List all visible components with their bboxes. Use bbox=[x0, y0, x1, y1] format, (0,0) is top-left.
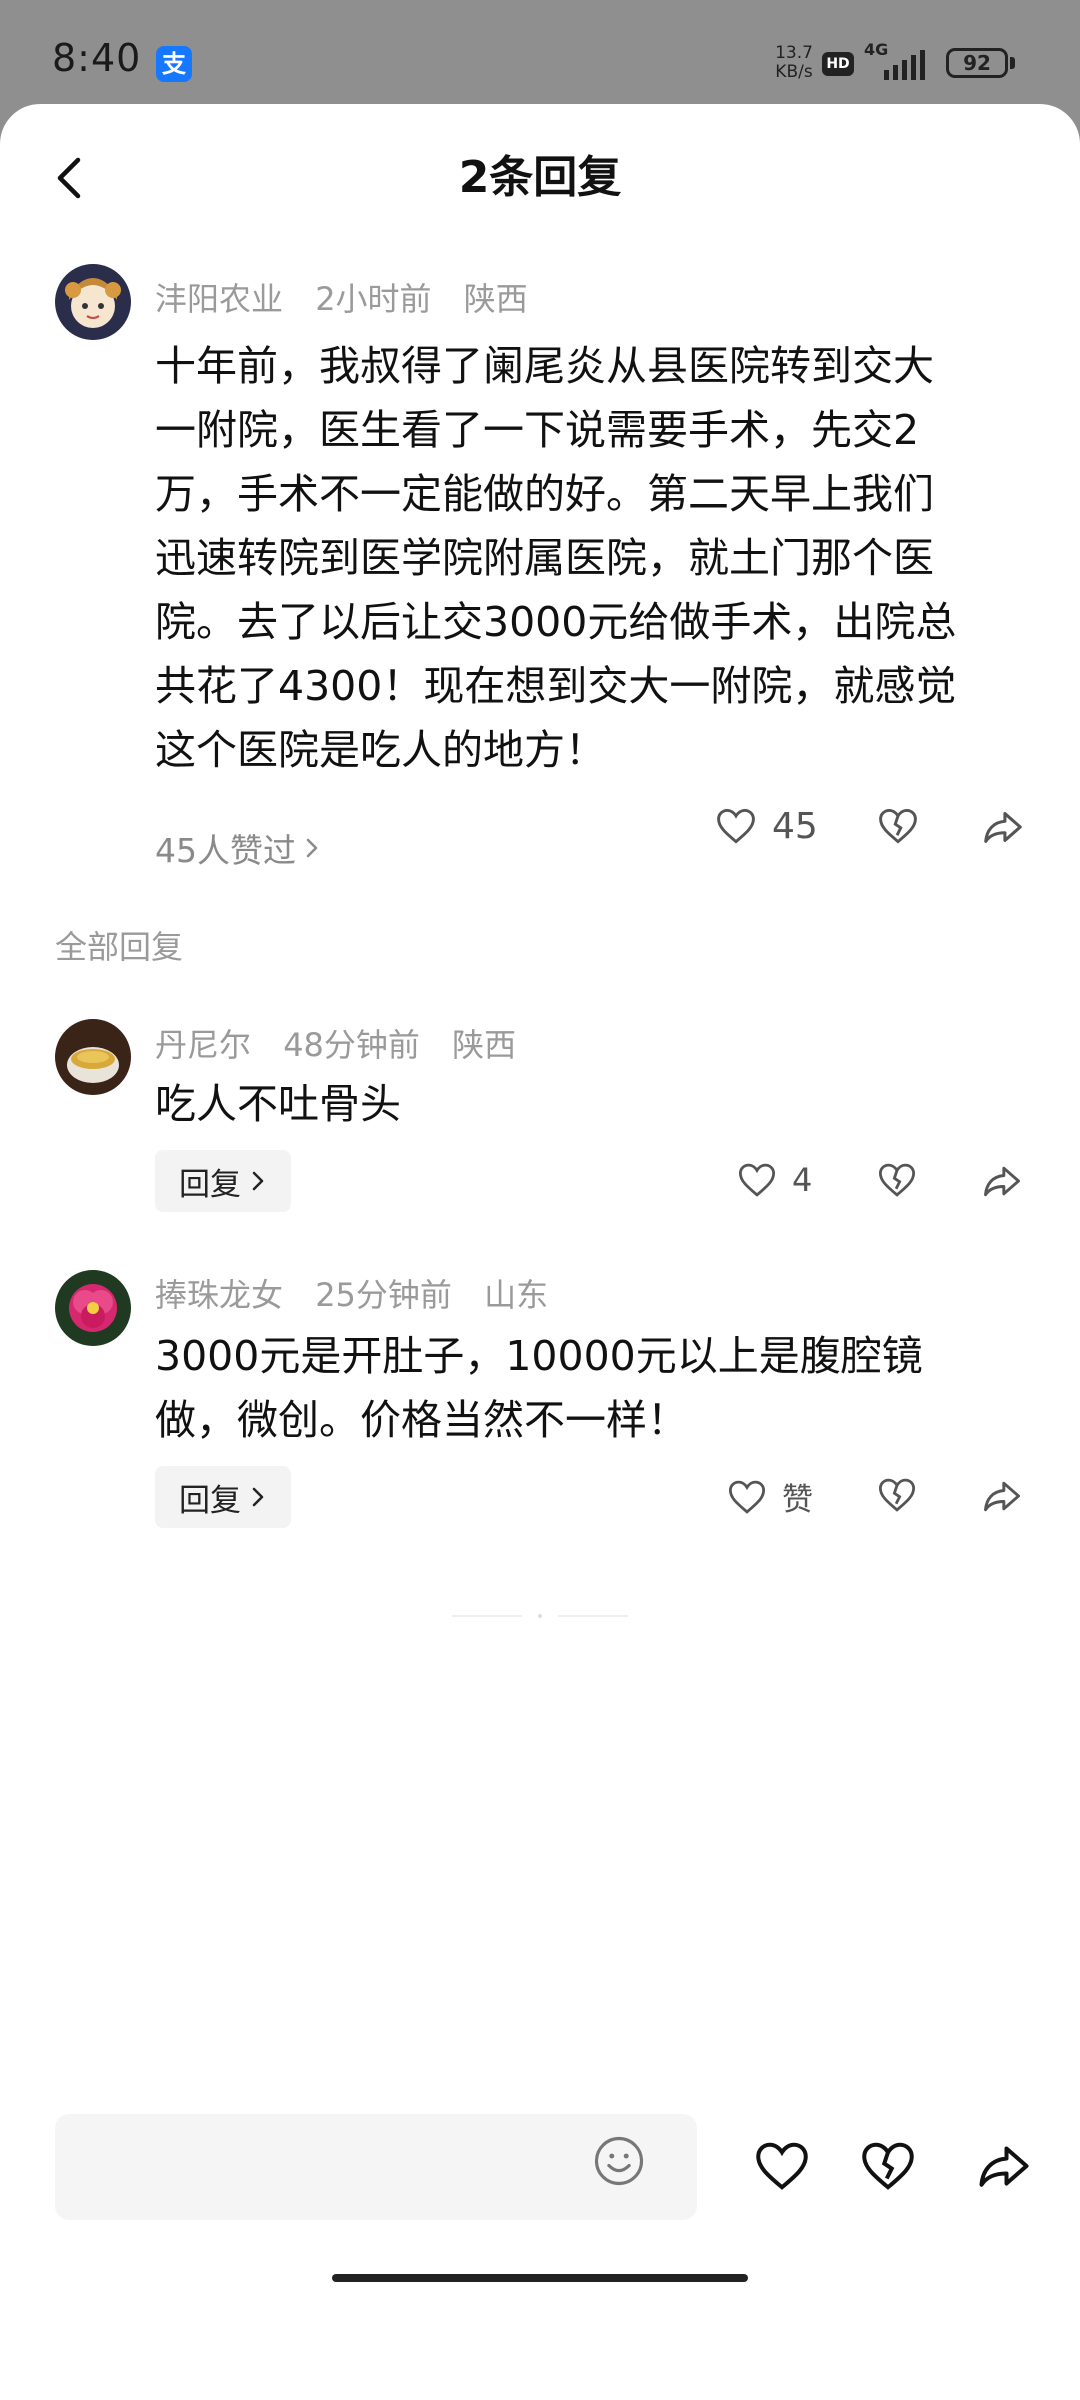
reply-time: 48分钟前 bbox=[283, 1026, 420, 1064]
liked-by-text: 45人赞过 bbox=[155, 831, 296, 870]
status-bar: 8:40 支 13.7 KB/s HD 4G 92 bbox=[0, 0, 1080, 104]
comment-line: 一附院，医生看了一下说需要手术，先交2 bbox=[155, 406, 920, 454]
like-label: 赞 bbox=[782, 1482, 813, 1518]
avatar-image bbox=[55, 1019, 131, 1095]
heart-icon bbox=[717, 808, 755, 844]
signal-bars-icon bbox=[884, 50, 925, 80]
battery-tip bbox=[1010, 57, 1015, 69]
hd-badge: HD bbox=[822, 52, 854, 76]
reply-button[interactable]: 回复 bbox=[155, 1466, 291, 1528]
share-icon[interactable] bbox=[980, 1474, 1024, 1518]
heart-icon bbox=[738, 1163, 776, 1197]
reply-text: 吃人不吐骨头 bbox=[155, 1080, 401, 1128]
emoji-icon[interactable] bbox=[592, 2134, 646, 2188]
header: 2条回复 bbox=[0, 104, 1080, 254]
avatar-image bbox=[55, 264, 131, 340]
chevron-right-icon bbox=[252, 1171, 264, 1191]
all-replies-label: 全部回复 bbox=[55, 928, 184, 966]
liked-by-link[interactable]: 45人赞过 bbox=[155, 824, 324, 872]
broken-heart-icon[interactable] bbox=[876, 1474, 918, 1516]
battery-icon: 92 bbox=[946, 48, 1008, 78]
comment-line: 十年前，我叔得了阑尾炎从县医院转到交大 bbox=[155, 342, 934, 390]
comment-meta: 沣阳农业 2小时前 陕西 bbox=[155, 274, 550, 320]
broken-heart-icon[interactable] bbox=[876, 1159, 918, 1201]
avatar[interactable] bbox=[55, 1270, 131, 1346]
comment-author[interactable]: 沣阳农业 bbox=[155, 280, 283, 318]
chevron-right-icon bbox=[252, 1487, 264, 1507]
reply-author[interactable]: 丹尼尔 bbox=[155, 1026, 251, 1064]
reply-button-label: 回复 bbox=[179, 1482, 241, 1519]
reply-meta: 丹尼尔 48分钟前 陕西 bbox=[155, 1020, 538, 1066]
comment-line: 万，手术不一定能做的好。第二天早上我们 bbox=[155, 470, 934, 518]
broken-heart-icon[interactable] bbox=[876, 804, 920, 848]
comment-text: 十年前，我叔得了阑尾炎从县医院转到交大 一附院，医生看了一下说需要手术，先交2 … bbox=[155, 334, 1025, 782]
avatar[interactable] bbox=[55, 264, 131, 340]
page-title: 2条回复 bbox=[458, 152, 622, 203]
like-count: 4 bbox=[792, 1161, 813, 1199]
like-count: 45 bbox=[772, 805, 818, 847]
comment-line: 院。去了以后让交3000元给做手术，出院总 bbox=[155, 598, 957, 646]
reply-location: 陕西 bbox=[452, 1026, 517, 1064]
like-button[interactable]: 4 bbox=[736, 1159, 812, 1201]
avatar-image bbox=[55, 1270, 131, 1346]
reply-text: 3000元是开肚子，10000元以上是腹腔镜 做，微创。价格当然不一样！ bbox=[155, 1324, 1025, 1452]
reply-button[interactable]: 回复 bbox=[155, 1150, 291, 1212]
signal-icon: 4G bbox=[864, 40, 934, 84]
reply-button-label: 回复 bbox=[179, 1166, 241, 1203]
heart-icon bbox=[728, 1480, 766, 1514]
reply-line: 3000元是开肚子，10000元以上是腹腔镜 bbox=[155, 1332, 923, 1380]
comment-line: 这个医院是吃人的地方！ bbox=[155, 726, 606, 774]
reply-line: 做，微创。价格当然不一样！ bbox=[155, 1396, 688, 1444]
home-indicator[interactable] bbox=[332, 2274, 748, 2282]
avatar[interactable] bbox=[55, 1019, 131, 1095]
comment-time: 2小时前 bbox=[315, 280, 432, 318]
like-button[interactable]: 45 bbox=[714, 804, 818, 848]
share-icon[interactable] bbox=[980, 804, 1026, 850]
comment-line: 迅速转院到医学院附属医院，就土门那个医 bbox=[155, 534, 934, 582]
share-icon[interactable] bbox=[980, 1159, 1024, 1203]
end-of-list-divider bbox=[452, 1614, 628, 1618]
network-speed-value: 13.7 bbox=[775, 43, 813, 63]
reply-meta: 捧珠龙女 25分钟前 山东 bbox=[155, 1270, 570, 1316]
comment-line: 共花了4300！现在想到交大一附院，就感觉 bbox=[155, 662, 957, 710]
alipay-icon: 支 bbox=[156, 46, 192, 82]
reply-author[interactable]: 捧珠龙女 bbox=[155, 1276, 283, 1314]
share-icon[interactable] bbox=[974, 2136, 1034, 2196]
heart-icon[interactable] bbox=[752, 2136, 812, 2196]
network-speed: 13.7 KB/s bbox=[770, 44, 818, 82]
network-speed-unit: KB/s bbox=[775, 62, 813, 82]
status-time: 8:40 bbox=[52, 36, 142, 80]
replies-sheet: 2条回复 沣阳农业 2小时前 陕西 十年前，我叔得了阑尾炎从县医院转到交大 一附… bbox=[0, 104, 1080, 2400]
chevron-right-icon bbox=[306, 838, 318, 858]
comment-location: 陕西 bbox=[463, 280, 528, 318]
like-button[interactable]: 赞 bbox=[726, 1474, 813, 1519]
reply-time: 25分钟前 bbox=[315, 1276, 452, 1314]
broken-heart-icon[interactable] bbox=[858, 2136, 918, 2196]
reply-location: 山东 bbox=[484, 1276, 549, 1314]
